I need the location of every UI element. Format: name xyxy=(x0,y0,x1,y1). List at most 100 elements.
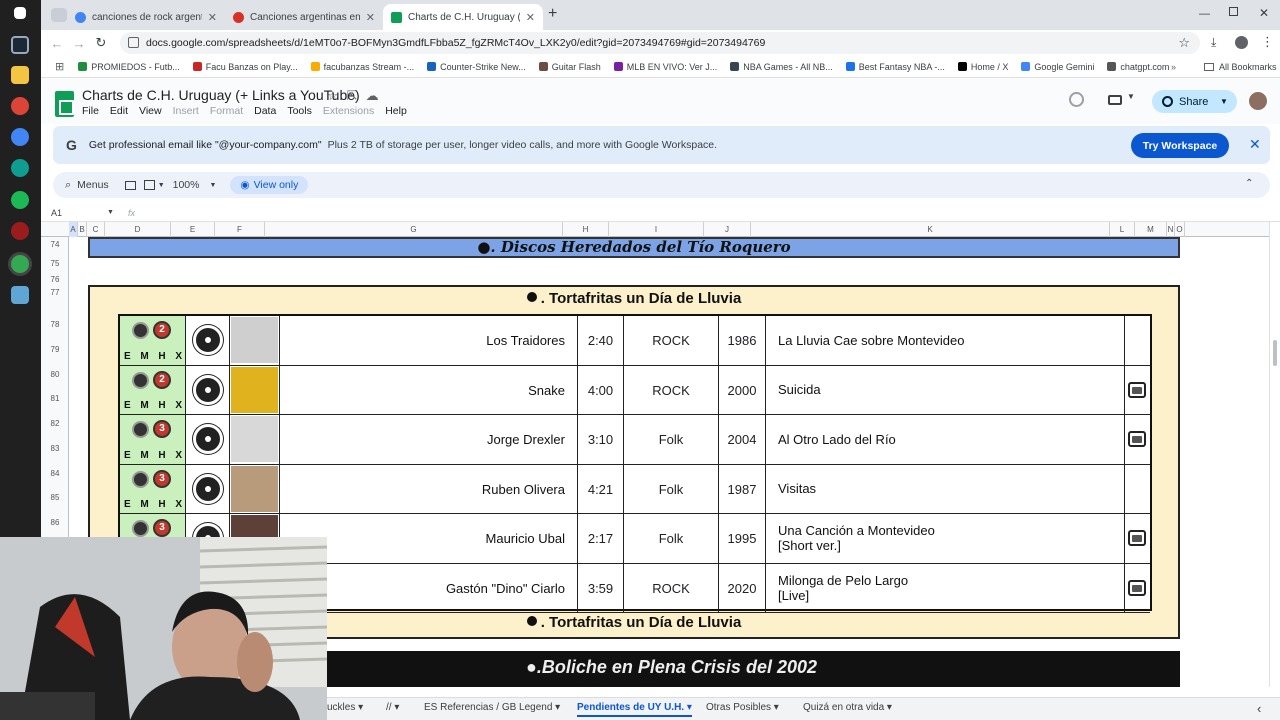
row-header[interactable]: 81 xyxy=(41,394,69,403)
browser-tab[interactable]: Canciones argentinas en Clone ✕ xyxy=(225,4,383,30)
browser-tab[interactable]: canciones de rock argentino pa ✕ xyxy=(67,4,225,30)
column-header[interactable]: I xyxy=(609,222,704,237)
reload-icon[interactable]: ↻ xyxy=(90,35,112,51)
genre-cell[interactable]: Folk xyxy=(624,415,719,464)
star-icon[interactable]: ☆ xyxy=(327,88,347,103)
more-bookmarks-icon[interactable]: » xyxy=(1171,62,1176,72)
new-tab-button[interactable]: + xyxy=(548,5,557,23)
paint-format-icon[interactable] xyxy=(143,180,155,190)
time-cell[interactable]: 2:17 xyxy=(578,514,624,563)
menu-format[interactable]: Format xyxy=(210,105,243,117)
sheet-tab[interactable]: // ▾ xyxy=(386,702,399,713)
vinyl-record-icon[interactable] xyxy=(193,374,223,405)
row-header[interactable]: 84 xyxy=(41,469,69,478)
bookmark-item[interactable]: chatgpt.com xyxy=(1107,62,1169,72)
row-header[interactable]: 80 xyxy=(41,370,69,379)
download-icon[interactable]: ⤓ xyxy=(1211,35,1216,50)
browser-tab-active[interactable]: Charts de C.H. Uruguay (+ Links a YouTub… xyxy=(383,4,543,30)
song-cell[interactable]: Al Otro Lado del Río xyxy=(766,415,1125,464)
column-header[interactable]: F xyxy=(215,222,265,237)
tabs-scroll-left-icon[interactable]: ‹ xyxy=(1257,701,1261,716)
vinyl-record-icon[interactable] xyxy=(193,424,223,454)
row-header[interactable]: 78 xyxy=(41,320,69,329)
genre-cell[interactable]: Folk xyxy=(624,514,719,563)
menu-data[interactable]: Data xyxy=(254,105,276,117)
bookmark-item[interactable]: Best Fantasy NBA -... xyxy=(845,62,945,72)
chrome-active-icon[interactable] xyxy=(11,255,29,273)
view-only-badge[interactable]: ◉ View only xyxy=(230,176,309,194)
menu-edit[interactable]: Edit xyxy=(110,105,128,117)
restore-icon[interactable] xyxy=(1229,7,1238,16)
row-header[interactable]: 75 xyxy=(41,259,69,268)
column-header[interactable]: O xyxy=(1175,222,1185,237)
cloud-status-icon[interactable]: ☁ xyxy=(366,88,387,103)
year-cell[interactable]: 2004 xyxy=(719,415,766,464)
column-header[interactable]: E xyxy=(171,222,215,237)
row-header[interactable]: 85 xyxy=(41,493,69,502)
format-dropdown-icon[interactable]: ▼ xyxy=(158,182,165,189)
search-menus-icon[interactable]: ⌕ xyxy=(65,179,71,192)
scrollbar-thumb[interactable] xyxy=(1273,340,1277,366)
bookmark-item[interactable]: Facu Banzas on Play... xyxy=(192,62,298,72)
forward-icon[interactable]: → xyxy=(68,36,90,51)
row-header[interactable]: 83 xyxy=(41,444,69,453)
row-header[interactable]: 82 xyxy=(41,419,69,428)
time-cell[interactable]: 4:00 xyxy=(578,365,624,414)
column-header[interactable]: C xyxy=(87,222,105,237)
sheets-logo-icon[interactable] xyxy=(55,91,74,117)
column-header[interactable]: H xyxy=(563,222,609,237)
menu-tools[interactable]: Tools xyxy=(287,105,312,117)
menu-view[interactable]: View xyxy=(139,105,162,117)
close-tab-icon[interactable]: ✕ xyxy=(526,11,535,24)
minimize-icon[interactable]: — xyxy=(1199,8,1210,20)
bookmark-item[interactable]: Counter-Strike New... xyxy=(427,62,526,72)
back-icon[interactable]: ← xyxy=(46,36,68,51)
chrome-icon[interactable] xyxy=(11,97,29,115)
youtube-link-icon[interactable] xyxy=(1128,530,1146,546)
profile-icon[interactable] xyxy=(1235,36,1248,49)
year-cell[interactable]: 1986 xyxy=(719,316,766,365)
bookmark-item[interactable]: MLB EN VIVO: Ver J... xyxy=(613,62,717,72)
song-cell[interactable]: Visitas xyxy=(766,464,1125,513)
close-tab-icon[interactable]: ✕ xyxy=(366,11,375,24)
time-cell[interactable]: 2:40 xyxy=(578,316,624,365)
column-header[interactable]: N xyxy=(1167,222,1175,237)
menu-insert[interactable]: Insert xyxy=(173,105,199,117)
row-header[interactable]: 74 xyxy=(41,240,69,249)
genre-cell[interactable]: ROCK xyxy=(624,316,719,365)
share-dropdown-icon[interactable]: ▼ xyxy=(1220,97,1228,106)
column-header[interactable]: L xyxy=(1110,222,1135,237)
menu-help[interactable]: Help xyxy=(385,105,407,117)
song-cell[interactable]: La Lluvia Cae sobre Montevideo xyxy=(766,316,1125,365)
avatar[interactable] xyxy=(1247,90,1269,112)
youtube-link-icon[interactable] xyxy=(1128,431,1146,447)
move-icon[interactable]: ⇱ xyxy=(347,88,366,103)
row-header[interactable]: 76 xyxy=(41,275,69,284)
history-icon[interactable] xyxy=(1069,92,1084,107)
collapse-toolbar-icon[interactable]: ⌃ xyxy=(1245,178,1253,189)
bookmark-item[interactable]: NBA Games - All NB... xyxy=(730,62,833,72)
row-header[interactable]: 86 xyxy=(41,518,69,527)
menu-file[interactable]: File xyxy=(82,105,99,117)
row-header[interactable]: 79 xyxy=(41,345,69,354)
spotify-icon[interactable] xyxy=(11,191,29,209)
tab-search-icon[interactable] xyxy=(51,8,67,22)
column-header[interactable]: A xyxy=(69,222,78,237)
bookmark-item[interactable]: Home / X xyxy=(957,62,1008,72)
name-box[interactable]: A1 xyxy=(51,208,101,218)
column-header[interactable]: K xyxy=(751,222,1110,237)
column-header[interactable]: B xyxy=(78,222,87,237)
menu-extensions[interactable]: Extensions xyxy=(323,105,374,117)
all-bookmarks[interactable]: All Bookmarks xyxy=(1204,62,1277,72)
meet-icon[interactable] xyxy=(1108,95,1122,105)
zoom-select[interactable]: 100% xyxy=(173,179,200,191)
edge-icon[interactable] xyxy=(11,159,29,177)
time-cell[interactable]: 3:10 xyxy=(578,415,624,464)
row-header[interactable]: 77 xyxy=(41,288,69,297)
steam-icon[interactable] xyxy=(11,36,29,54)
artist-cell[interactable]: Ruben Olivera xyxy=(280,464,578,513)
sheet-tab[interactable]: Quizá en otra vida ▾ xyxy=(803,702,892,713)
name-box-dropdown-icon[interactable]: ▼ xyxy=(107,209,114,216)
app-icon[interactable] xyxy=(11,222,29,240)
chrome-alt-icon[interactable] xyxy=(11,128,29,146)
